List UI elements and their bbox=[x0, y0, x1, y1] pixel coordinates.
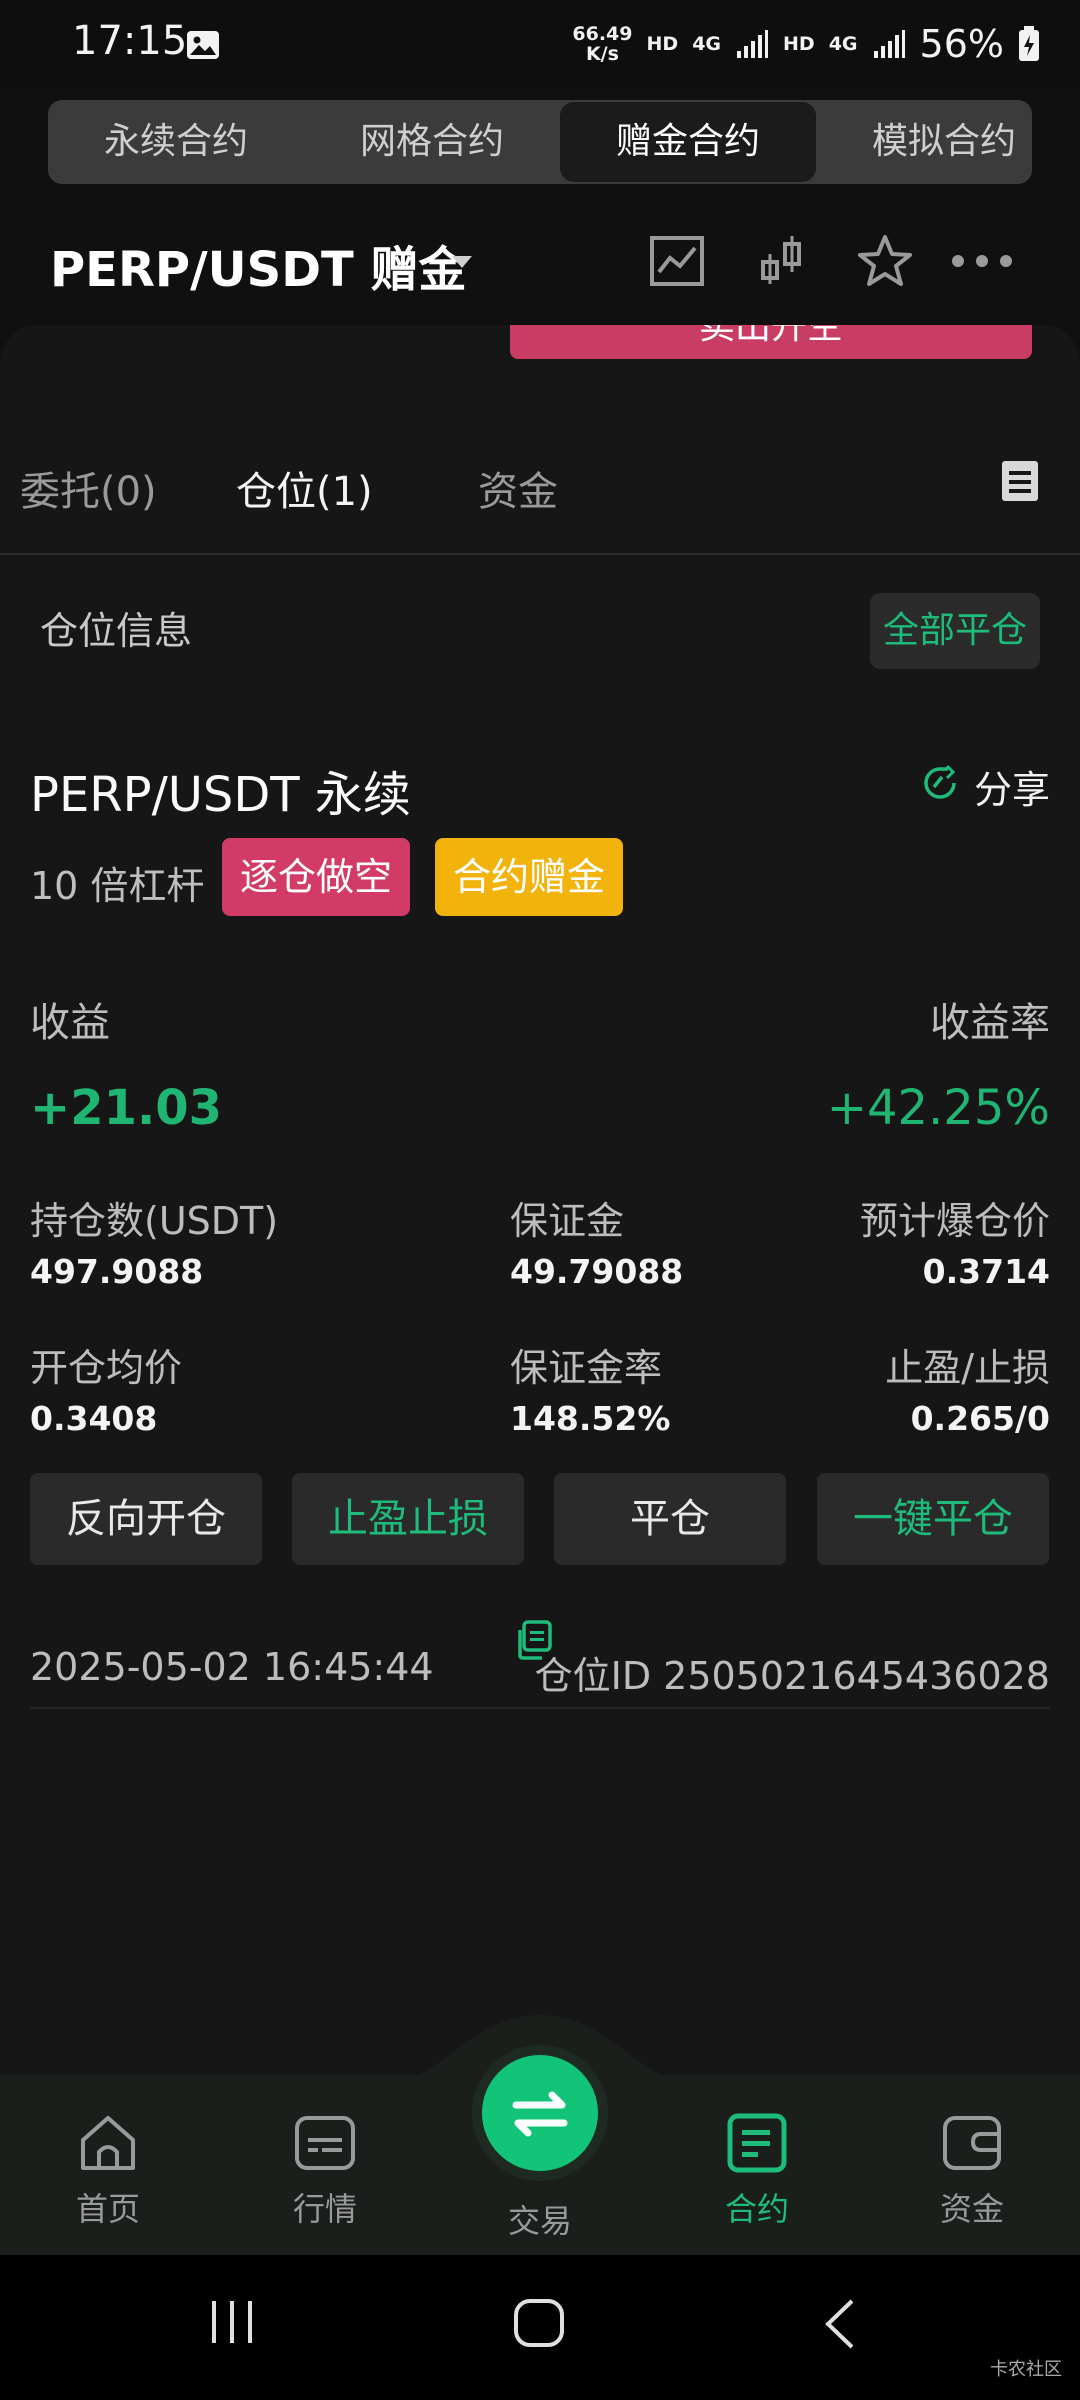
tab-funds[interactable]: 资金 bbox=[478, 459, 558, 517]
tab-orders[interactable]: 委托(0) bbox=[20, 459, 157, 517]
close-position-button[interactable]: 平仓 bbox=[554, 1473, 786, 1565]
chart-icon[interactable] bbox=[648, 232, 706, 290]
margin-rate-value: 148.52% bbox=[510, 1399, 671, 1438]
pair-selector[interactable]: PERP/USDT 赠金 bbox=[50, 230, 467, 300]
divider bbox=[30, 1707, 1050, 1709]
margin-label: 保证金 bbox=[510, 1199, 625, 1243]
one-click-close-button[interactable]: 一键平仓 bbox=[817, 1473, 1049, 1565]
contract-icon bbox=[727, 2113, 787, 2173]
nav-trade-button[interactable] bbox=[482, 2055, 598, 2171]
profit-label: 收益 bbox=[30, 1000, 110, 1046]
battery-charging-icon bbox=[1019, 26, 1039, 61]
tab-bonus[interactable]: 赠金合约 bbox=[560, 102, 816, 182]
margin-rate-label: 保证金率 bbox=[510, 1346, 663, 1390]
tab-perpetual[interactable]: 永续合约 bbox=[48, 100, 304, 184]
reverse-open-button[interactable]: 反向开仓 bbox=[30, 1473, 262, 1565]
market-icon bbox=[295, 2116, 355, 2170]
profit-value: +21.03 bbox=[30, 1080, 223, 1136]
network-type: 4G bbox=[692, 33, 722, 55]
nav-home[interactable]: 首页 bbox=[38, 2110, 178, 2230]
nav-market[interactable]: 行情 bbox=[255, 2110, 395, 2230]
hd-indicator-2: HD bbox=[783, 33, 815, 55]
gallery-icon bbox=[187, 31, 219, 59]
sell-short-button[interactable]: 卖出开空 bbox=[510, 325, 1032, 359]
order-tabs: 委托(0) 仓位(1) 资金 bbox=[0, 445, 1080, 555]
home-icon bbox=[81, 2116, 135, 2170]
status-time: 17:15 bbox=[72, 18, 188, 64]
watermark: 卡农社区 bbox=[990, 2359, 1062, 2380]
status-bar: 17:15 66.49 K/s HD 4G HD 4G 56% bbox=[0, 0, 1080, 90]
liquidation-value: 0.3714 bbox=[922, 1252, 1050, 1291]
holding-value: 497.9088 bbox=[30, 1252, 204, 1291]
back-icon[interactable] bbox=[820, 2297, 860, 2351]
isolated-short-badge: 逐仓做空 bbox=[222, 838, 411, 916]
swap-icon bbox=[512, 2091, 568, 2137]
position-sheet: 卖出开空 委托(0) 仓位(1) 资金 仓位信息 全部平仓 PERP/USDT … bbox=[0, 325, 1080, 2075]
section-title: 仓位信息 bbox=[40, 609, 193, 653]
share-button[interactable]: 分享 bbox=[974, 759, 1050, 814]
profit-rate-value: +42.25% bbox=[826, 1080, 1050, 1136]
margin-value: 49.79088 bbox=[510, 1252, 684, 1291]
star-icon[interactable] bbox=[856, 232, 914, 290]
close-all-button[interactable]: 全部平仓 bbox=[870, 593, 1040, 669]
more-icon[interactable] bbox=[950, 232, 1014, 290]
profit-rate-label: 收益率 bbox=[930, 1000, 1050, 1046]
chevron-down-icon[interactable] bbox=[452, 256, 472, 268]
signal-icon bbox=[737, 30, 769, 58]
tpsl-value: 0.265/0 bbox=[910, 1399, 1050, 1438]
holding-label: 持仓数(USDT) bbox=[30, 1199, 279, 1243]
hd-indicator: HD bbox=[646, 33, 679, 55]
tab-positions[interactable]: 仓位(1) bbox=[236, 459, 373, 517]
home-button-icon[interactable] bbox=[512, 2297, 568, 2349]
pair-header: PERP/USDT 赠金 bbox=[0, 210, 1080, 320]
position-id: 仓位ID 2505021645436028 bbox=[534, 1654, 1050, 1698]
nav-funds[interactable]: 资金 bbox=[902, 2110, 1042, 2230]
document-icon[interactable] bbox=[1000, 459, 1040, 503]
take-profit-stop-loss-button[interactable]: 止盈止损 bbox=[292, 1473, 524, 1565]
candlestick-icon[interactable] bbox=[752, 232, 810, 290]
tab-demo[interactable]: 模拟合约 bbox=[816, 100, 1032, 184]
wallet-icon bbox=[943, 2116, 1001, 2170]
system-navigation-bar: 卡农社区 bbox=[0, 2255, 1080, 2400]
bonus-badge: 合约赠金 bbox=[435, 838, 624, 916]
tab-grid[interactable]: 网格合约 bbox=[304, 100, 560, 184]
signal-icon-2 bbox=[873, 30, 905, 58]
position-timestamp: 2025-05-02 16:45:44 bbox=[30, 1645, 434, 1689]
battery-percent: 56% bbox=[919, 22, 1004, 66]
avg-price-value: 0.3408 bbox=[30, 1399, 158, 1438]
nav-trade-label[interactable]: 交易 bbox=[470, 2196, 610, 2242]
network-speed: 66.49 K/s bbox=[572, 23, 633, 65]
share-icon[interactable] bbox=[920, 763, 960, 803]
liquidation-label: 预计爆仓价 bbox=[859, 1199, 1050, 1243]
network-type-2: 4G bbox=[828, 33, 858, 55]
tpsl-label: 止盈/止损 bbox=[885, 1346, 1050, 1390]
leverage-label: 10 倍杠杆 bbox=[30, 864, 205, 908]
position-pair: PERP/USDT 永续 bbox=[30, 767, 411, 823]
avg-price-label: 开仓均价 bbox=[30, 1346, 183, 1390]
recent-apps-icon[interactable] bbox=[208, 2297, 260, 2347]
contract-type-tabs: 永续合约 网格合约 赠金合约 模拟合约 bbox=[48, 100, 1032, 184]
nav-contract[interactable]: 合约 bbox=[687, 2110, 827, 2230]
